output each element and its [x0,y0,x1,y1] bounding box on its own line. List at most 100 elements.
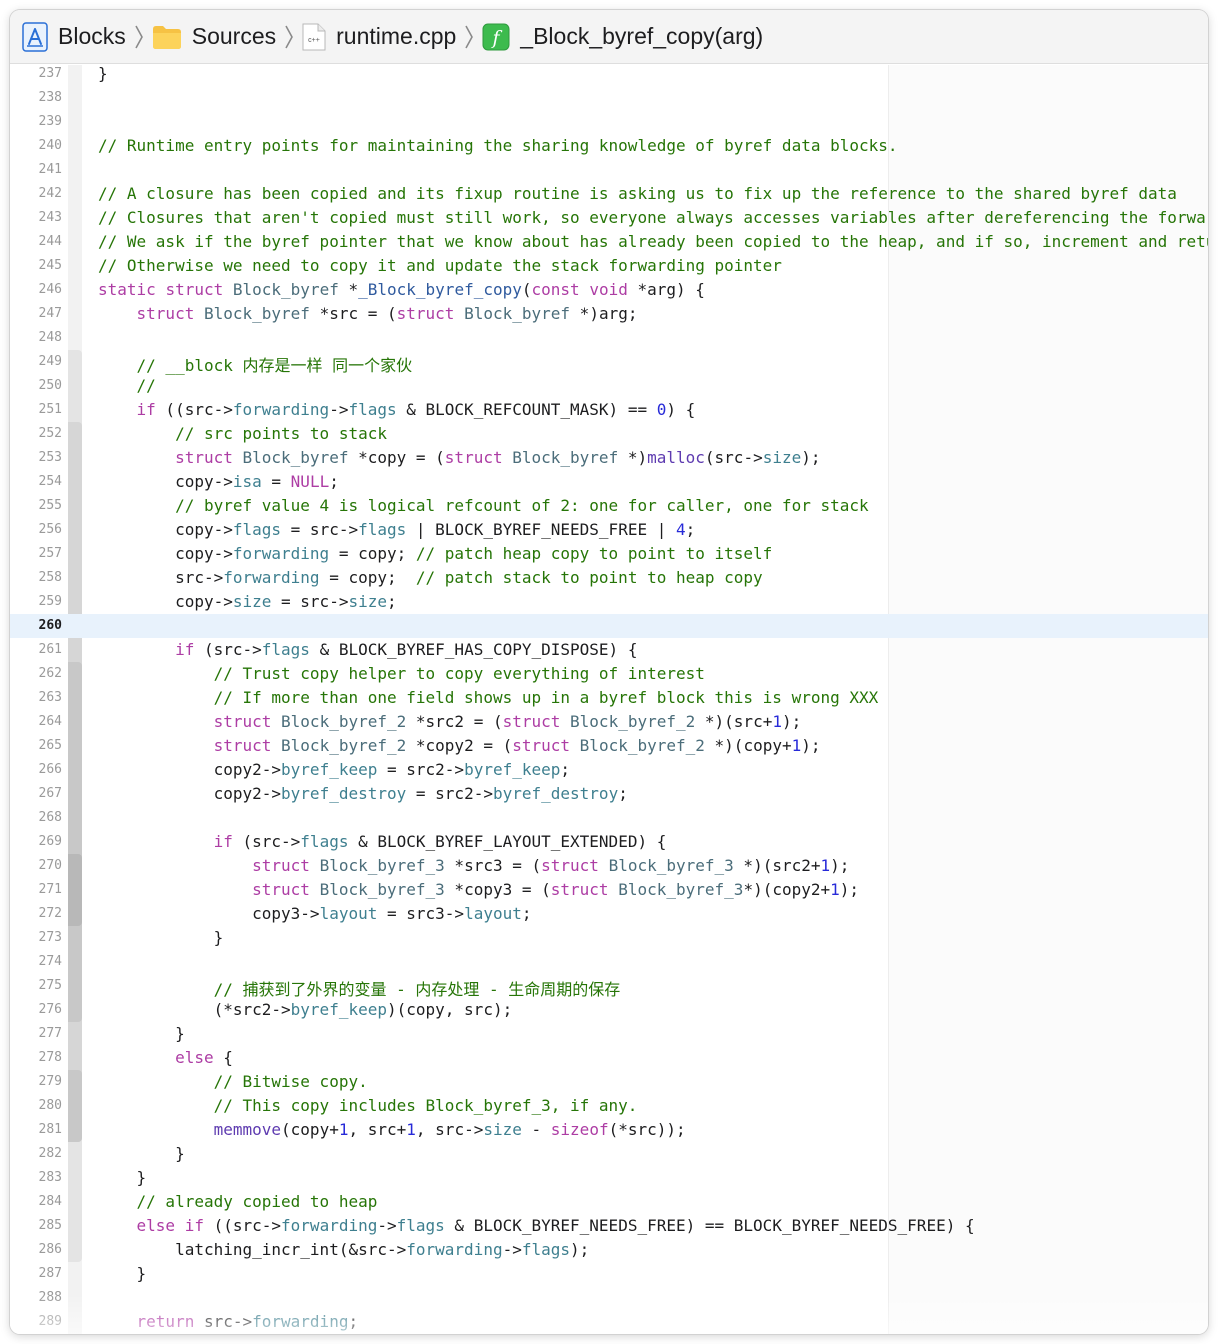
chevron-right-icon [464,24,474,50]
code-token: ); [839,880,860,899]
code-token: ((src-> [203,1216,282,1235]
code-token: } [98,65,108,83]
code-token: 1 [791,736,802,755]
breadcrumb-project[interactable]: Blocks [22,10,126,64]
code-line[interactable]: // byref value 4 is logical refcount of … [98,496,869,515]
code-line[interactable]: copy->forwarding = copy; // patch heap c… [98,544,772,563]
line-number: 269 [38,834,62,849]
code-line[interactable]: // already copied to heap [98,1192,378,1211]
code-line[interactable]: // [98,376,156,395]
code-token: forwarding [406,1240,503,1259]
code-line[interactable]: } [98,1264,147,1283]
line-number: 243 [38,210,62,225]
code-line[interactable]: if ((src->forwarding->flags & BLOCK_REFC… [98,400,696,419]
code-line[interactable]: if (src->flags & BLOCK_BYREF_HAS_COPY_DI… [98,640,637,659]
code-line[interactable]: } [98,1144,185,1163]
line-number: 280 [38,1098,62,1113]
code-line[interactable]: return src->forwarding; [98,1312,359,1331]
code-line[interactable]: // __block 内存是一样 同一个家伙 [98,352,413,376]
code-line[interactable]: // src points to stack [98,424,387,443]
line-number: 248 [38,330,62,345]
code-line[interactable]: else if ((src->forwarding->flags & BLOCK… [98,1216,975,1235]
code-line[interactable]: // Runtime entry points for maintaining … [98,136,898,155]
code-line[interactable]: struct Block_byref_3 *copy3 = (struct Bl… [98,880,859,899]
code-token: 4 [675,520,686,539]
code-token: byref_destroy [492,784,619,803]
line-number: 265 [38,738,62,753]
code-token: else [175,1048,214,1067]
code-line[interactable]: // If more than one field shows up in a … [98,688,879,707]
code-token: else [136,1216,176,1235]
line-number: 250 [38,378,62,393]
line-number: 287 [38,1266,62,1281]
code-line[interactable]: // Bitwise copy. [98,1072,368,1091]
code-token: Block_byref [464,304,571,323]
code-token: copy-> [98,472,233,491]
code-token: = [261,472,291,491]
line-number: 253 [38,450,62,465]
code-line[interactable]: copy->isa = NULL; [98,472,339,491]
code-line[interactable]: static struct Block_byref *_Block_byref_… [98,280,705,299]
code-token: ; [521,904,532,923]
code-line[interactable]: else { [98,1048,233,1067]
function-icon: f [482,23,510,51]
code-line[interactable]: // We ask if the byref pointer that we k… [98,232,1208,251]
code-token: *)arg; [570,304,638,323]
code-line[interactable]: copy->flags = src->flags | BLOCK_BYREF_N… [98,520,695,539]
code-line[interactable]: } [98,1168,147,1187]
code-line[interactable]: struct Block_byref *src = (struct Block_… [98,304,638,323]
code-token: ); [570,1240,590,1259]
code-line[interactable]: src->forwarding = copy; // patch stack t… [98,568,763,587]
code-line[interactable]: if (src->flags & BLOCK_BYREF_LAYOUT_EXTE… [98,832,667,851]
code-line[interactable]: struct Block_byref_2 *copy2 = (struct Bl… [98,736,821,755]
code-token: flags [232,520,282,539]
code-token: // patch heap copy to point to itself [415,544,773,563]
code-token: // src points to stack [175,424,387,443]
code-token: src-> [194,1312,253,1331]
source-editor[interactable]: 237} 238 239 240 // Runtime entry points for… [10,65,1208,1334]
code-line[interactable]: latching_incr_int(&src->forwarding->flag… [98,1240,589,1259]
code-line[interactable]: struct Block_byref_2 *src2 = (struct Blo… [98,712,802,731]
code-line[interactable]: } [98,928,224,947]
breadcrumb-symbol[interactable]: f _Block_byref_copy(arg) [482,10,763,64]
code-line[interactable]: // A closure has been copied and its fix… [98,184,1177,203]
code-line[interactable]: } [98,65,108,83]
code-token: *copy2 = ( [406,736,513,755]
code-line[interactable]: copy->size = src->size; [98,592,397,611]
code-line[interactable]: // Trust copy helper to copy everything … [98,664,705,683]
code-token: Block_byref [242,448,349,467]
breadcrumb-group[interactable]: Sources [152,10,276,64]
code-line[interactable]: // This copy includes Block_byref_3, if … [98,1096,638,1115]
code-token: & BLOCK_BYREF_LAYOUT_EXTENDED) { [348,832,667,851]
code-token: } [98,1144,185,1163]
code-token: // patch stack to point to heap copy [415,568,763,587]
code-token: sizeof [550,1120,609,1139]
code-line[interactable]: // 捕获到了外界的变量 - 内存处理 - 生命周期的保存 [98,976,621,1000]
code-line[interactable]: (*src2->byref_keep)(copy, src); [98,1000,513,1019]
code-line[interactable]: copy2->byref_keep = src2->byref_keep; [98,760,570,779]
code-line[interactable]: struct Block_byref *copy = (struct Block… [98,448,820,467]
code-line[interactable]: struct Block_byref_3 *src3 = (struct Blo… [98,856,849,875]
code-token: ( [521,280,532,299]
code-line[interactable]: // Closures that aren't copied must stil… [98,208,1208,227]
line-number: 275 [38,978,62,993]
code-line[interactable]: } [98,1024,185,1043]
code-token: struct [502,712,561,731]
code-token: copy-> [98,520,233,539]
code-token: size [483,1120,522,1139]
code-line[interactable]: copy2->byref_destroy = src2->byref_destr… [98,784,628,803]
breadcrumb-file[interactable]: c++ runtime.cpp [302,10,456,64]
line-number: 261 [38,642,62,657]
line-number: 252 [38,426,62,441]
code-line[interactable]: copy3->layout = src3->layout; [98,904,532,923]
code-line[interactable]: memmove(copy+1, src+1, src->size - sizeo… [98,1120,686,1139]
line-number: 263 [38,690,62,705]
chevron-right-icon [284,24,294,50]
code-line[interactable]: // Otherwise we need to copy it and upda… [98,256,782,275]
